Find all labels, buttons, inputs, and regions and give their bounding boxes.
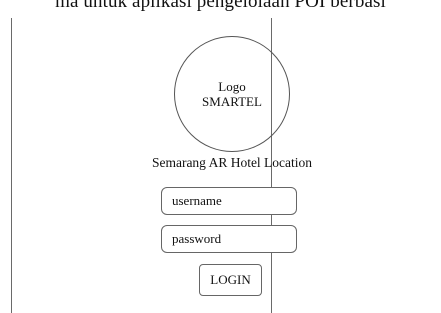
document-caption-text: ma untuk aplikasi pengelolaan POI berbas… [55,0,386,12]
username-input[interactable]: username [161,187,297,215]
logo-label-line-2: SMARTEL [202,94,262,109]
login-button-label: LOGIN [210,272,251,287]
login-button[interactable]: LOGIN [199,264,262,296]
username-placeholder: username [172,193,222,208]
password-placeholder: password [172,231,222,246]
password-input[interactable]: password [161,225,297,253]
logo-label-line-1: Logo [218,79,246,94]
app-subtitle: Semarang AR Hotel Location [151,155,313,170]
app-logo: Logo SMARTEL [174,36,290,152]
